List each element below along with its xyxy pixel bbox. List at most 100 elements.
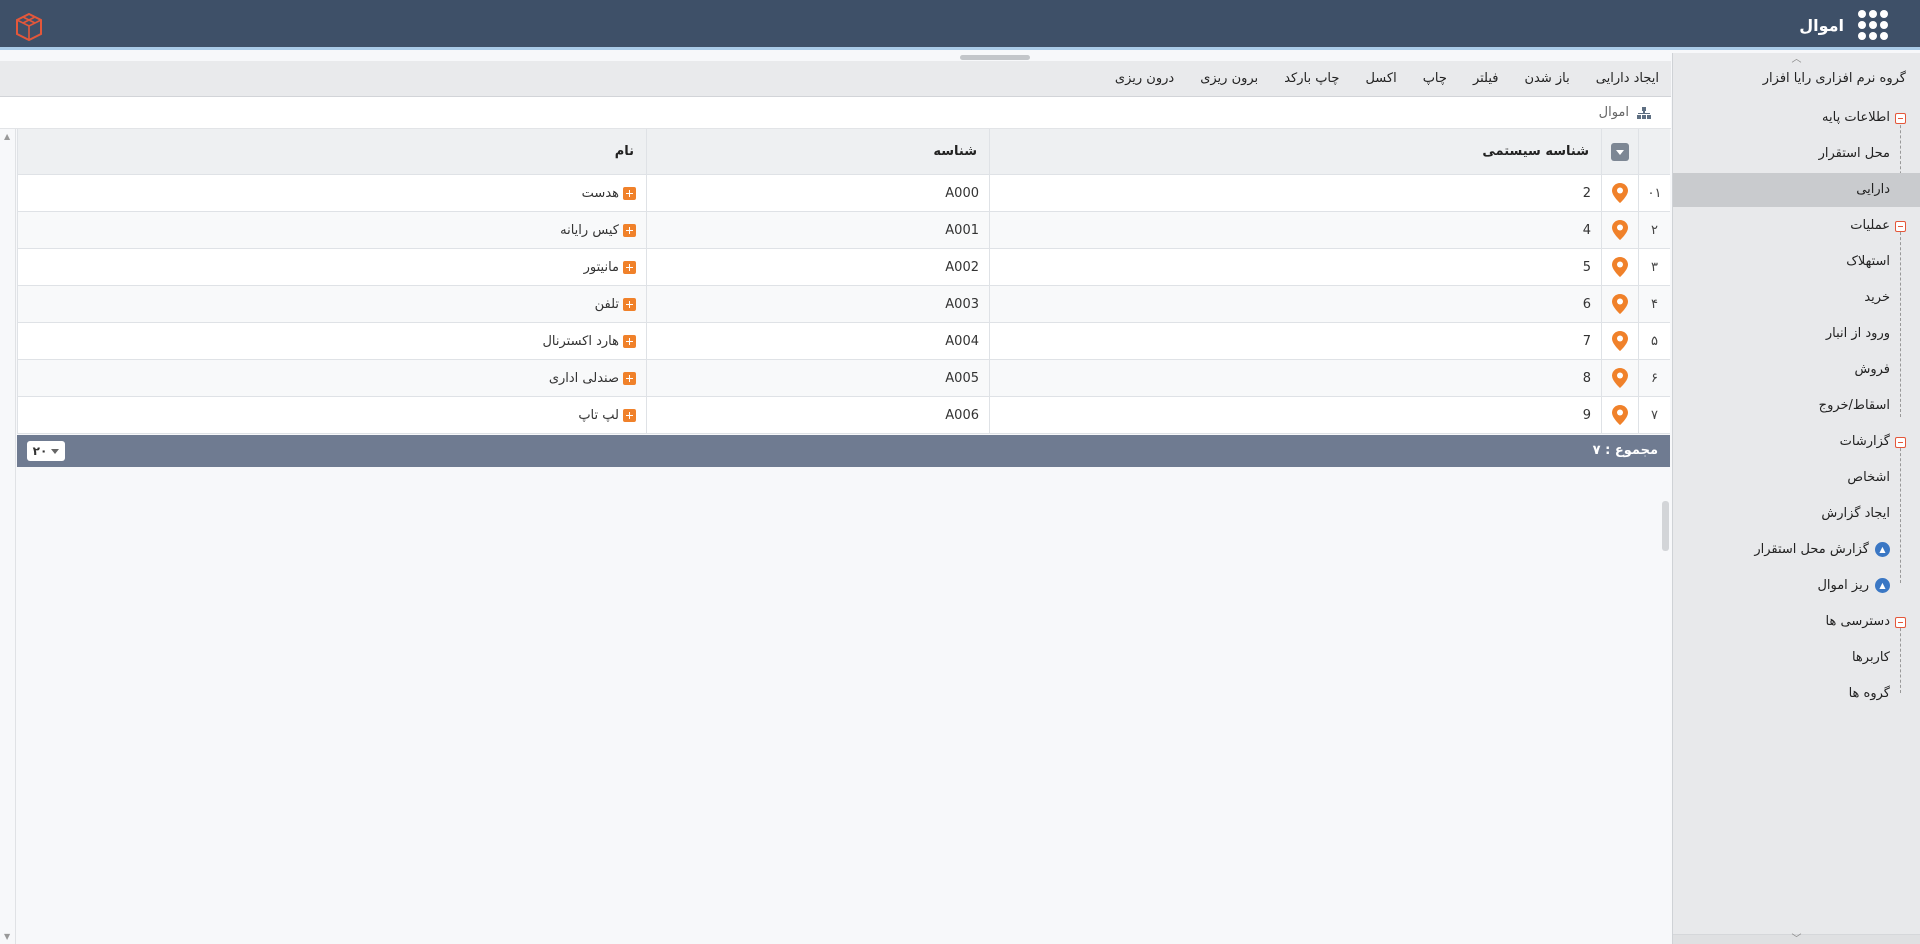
sidebar-item-warehouse-entry[interactable]: ورود از انبار — [1673, 317, 1920, 351]
index-header — [1638, 129, 1670, 174]
export-button[interactable]: برون ریزی — [1200, 71, 1258, 86]
location-pin-icon[interactable] — [1612, 257, 1628, 277]
app-title: اموال — [1799, 15, 1844, 35]
system-id-cell: 9 — [989, 397, 1601, 433]
sidebar-item-users[interactable]: کاربرها — [1673, 641, 1920, 675]
sidebar-item-scrap[interactable]: اسقاط/خروج — [1673, 389, 1920, 423]
location-cell[interactable] — [1601, 212, 1638, 248]
collapse-icon[interactable] — [1895, 113, 1906, 124]
dropdown-icon[interactable] — [1611, 142, 1629, 161]
collapse-icon[interactable] — [1895, 617, 1906, 628]
asset-name: مانیتور — [583, 259, 619, 275]
hierarchy-icon — [1637, 106, 1651, 119]
sidebar-item-location-report[interactable]: ▲گزارش محل استقرار — [1673, 533, 1920, 567]
location-pin-icon[interactable] — [1612, 294, 1628, 314]
header-id[interactable]: شناسه — [646, 129, 989, 174]
column-filter[interactable] — [1601, 129, 1638, 174]
header-system-id[interactable]: شناسه سیستمی — [989, 129, 1601, 174]
expand-plus-icon[interactable] — [623, 297, 636, 311]
id-cell: A000 — [646, 175, 989, 211]
table-row[interactable]: ۷ 9 A006 لپ تاپ — [18, 397, 1670, 434]
chart-icon: ▲ — [1875, 542, 1890, 557]
sidebar-scroll-down-icon[interactable]: ﹀ — [1673, 934, 1920, 944]
row-index: ۳ — [1638, 249, 1670, 285]
expand-plus-icon[interactable] — [623, 408, 636, 422]
sidebar-item-location[interactable]: محل استقرار — [1673, 137, 1920, 171]
breadcrumb: اموال — [0, 97, 1671, 129]
name-cell: لپ تاپ — [17, 397, 646, 433]
expand-plus-icon[interactable] — [623, 186, 636, 200]
asset-name: کیس رایانه — [560, 222, 619, 238]
table-row[interactable]: ۳ 5 A002 مانیتور — [18, 249, 1670, 286]
sidebar-group-access[interactable]: دسترسی ها — [1673, 605, 1920, 639]
import-button[interactable]: درون ریزی — [1115, 71, 1174, 86]
expand-plus-icon[interactable] — [623, 223, 636, 237]
excel-button[interactable]: اکسل — [1365, 71, 1396, 86]
asset-name: هارد اکسترنال — [542, 333, 619, 349]
location-cell[interactable] — [1601, 175, 1638, 211]
expand-plus-icon[interactable] — [623, 371, 636, 385]
scrollbar-thumb[interactable] — [1662, 501, 1669, 551]
id-cell: A001 — [646, 212, 989, 248]
sidebar-item-asset-details[interactable]: ▲ریز اموال — [1673, 569, 1920, 603]
open-button[interactable]: باز شدن — [1524, 71, 1569, 86]
row-index: ۲ — [1638, 212, 1670, 248]
location-pin-icon[interactable] — [1612, 220, 1628, 240]
location-cell[interactable] — [1601, 323, 1638, 359]
row-index: ۶ — [1638, 360, 1670, 396]
id-cell: A005 — [646, 360, 989, 396]
name-cell: صندلی اداری — [17, 360, 646, 396]
left-scrollbar[interactable]: ▲ ▼ — [0, 129, 16, 944]
sidebar-item-depreciation[interactable]: استهلاک — [1673, 245, 1920, 279]
scroll-up-icon[interactable]: ▲ — [4, 132, 10, 141]
location-cell[interactable] — [1601, 286, 1638, 322]
table-row[interactable]: ۶ 8 A005 صندلی اداری — [18, 360, 1670, 397]
assets-table: شناسه سیستمی شناسه نام ۰۱ 2 A000 هدست ۲ 4 A001… — [17, 129, 1670, 434]
breadcrumb-label[interactable]: اموال — [1599, 105, 1629, 120]
sidebar-root[interactable]: گروه نرم افزاری رایا افزار — [1763, 71, 1906, 86]
asset-name: تلفن — [594, 296, 619, 312]
scroll-down-icon[interactable]: ▼ — [4, 932, 10, 941]
row-index: ۷ — [1638, 397, 1670, 433]
table-footer: مجموع : ۷ ۲۰ — [17, 435, 1670, 467]
system-id-cell: 4 — [989, 212, 1601, 248]
location-pin-icon[interactable] — [1612, 368, 1628, 388]
expand-plus-icon[interactable] — [623, 260, 636, 274]
name-cell: کیس رایانه — [17, 212, 646, 248]
sidebar-item-groups[interactable]: گروه ها — [1673, 677, 1920, 711]
sidebar-item-persons[interactable]: اشخاص — [1673, 461, 1920, 495]
table-row[interactable]: ۰۱ 2 A000 هدست — [18, 175, 1670, 212]
sidebar-group-basic-info[interactable]: اطلاعات پایه — [1673, 101, 1920, 135]
location-pin-icon[interactable] — [1612, 183, 1628, 203]
collapse-icon[interactable] — [1895, 437, 1906, 448]
print-barcode-button[interactable]: چاپ بارکد — [1284, 71, 1339, 86]
apps-grid-icon[interactable] — [1858, 10, 1888, 40]
location-cell[interactable] — [1601, 397, 1638, 433]
page-size-select[interactable]: ۲۰ — [27, 441, 65, 461]
sidebar-item-create-report[interactable]: ایجاد گزارش — [1673, 497, 1920, 531]
location-pin-icon[interactable] — [1612, 405, 1628, 425]
sidebar-group-operations[interactable]: عملیات — [1673, 209, 1920, 243]
sidebar-group-reports[interactable]: گزارشات — [1673, 425, 1920, 459]
splitter-handle[interactable] — [960, 55, 1030, 60]
asset-name: هدست — [581, 185, 619, 201]
system-id-cell: 5 — [989, 249, 1601, 285]
row-index: ۵ — [1638, 323, 1670, 359]
filter-button[interactable]: فیلتر — [1473, 71, 1499, 86]
collapse-icon[interactable] — [1895, 221, 1906, 232]
header-name[interactable]: نام — [17, 129, 646, 174]
sidebar-item-asset[interactable]: دارایی — [1673, 173, 1920, 207]
table-row[interactable]: ۴ 6 A003 تلفن — [18, 286, 1670, 323]
location-pin-icon[interactable] — [1612, 331, 1628, 351]
table-row[interactable]: ۵ 7 A004 هارد اکسترنال — [18, 323, 1670, 360]
expand-plus-icon[interactable] — [623, 334, 636, 348]
sidebar-item-purchase[interactable]: خرید — [1673, 281, 1920, 315]
print-button[interactable]: چاپ — [1423, 71, 1447, 86]
sidebar-scroll-up-icon[interactable]: ︿ — [1673, 55, 1920, 65]
create-asset-button[interactable]: ایجاد دارایی — [1596, 71, 1659, 86]
sidebar-item-sale[interactable]: فروش — [1673, 353, 1920, 387]
system-id-cell: 8 — [989, 360, 1601, 396]
location-cell[interactable] — [1601, 249, 1638, 285]
table-row[interactable]: ۲ 4 A001 کیس رایانه — [18, 212, 1670, 249]
location-cell[interactable] — [1601, 360, 1638, 396]
